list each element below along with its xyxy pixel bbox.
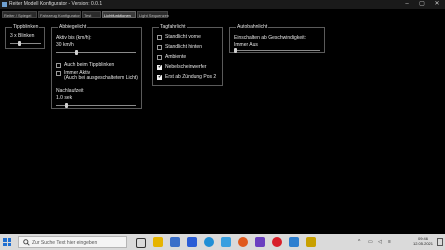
tagfahrlicht-checkbox[interactable]: Nebelscheinwerfer bbox=[157, 64, 207, 71]
speed-value: 30 km/h bbox=[56, 42, 74, 48]
tab-reiter-spiegel[interactable]: Reiter / Spiegel bbox=[2, 11, 37, 18]
checkbox-box[interactable] bbox=[157, 55, 162, 60]
autobahn-label: Einschalten ab Geschwindigkeit: bbox=[234, 35, 306, 41]
store-icon[interactable] bbox=[187, 237, 197, 247]
search-placeholder: Zur Suche Text hier eingeben bbox=[32, 240, 98, 246]
speed-slider[interactable] bbox=[56, 50, 136, 55]
tab-test[interactable]: Test bbox=[82, 11, 101, 18]
checkbox-label: Standlicht hinten bbox=[165, 44, 202, 50]
immer-aktiv-checkbox[interactable]: Immer Aktiv (Auch bei ausgeschaltetem Li… bbox=[56, 71, 138, 81]
nachlauf-label: Nachlaufzeit bbox=[56, 88, 84, 94]
autobahn-slider[interactable] bbox=[234, 48, 320, 53]
checkbox-box[interactable] bbox=[157, 74, 162, 81]
slider-thumb[interactable] bbox=[65, 103, 68, 108]
mail-icon[interactable] bbox=[170, 237, 180, 247]
taskbar-clock[interactable]: 09:46 12.05.2021 bbox=[413, 236, 433, 246]
window-title: Reiter Modell Konfigurator - Version: 0.… bbox=[9, 1, 103, 7]
slider-track bbox=[10, 43, 41, 44]
notification-icon[interactable] bbox=[437, 238, 443, 246]
firefox-icon[interactable] bbox=[238, 237, 248, 247]
tagfahrlicht-checkbox[interactable]: Standlicht vorne bbox=[157, 35, 201, 40]
checkbox-label: Erst ab Zündung Pos 2 bbox=[165, 74, 217, 80]
maximize-icon[interactable]: ▢ bbox=[415, 0, 429, 9]
taskbar: Zur Suche Text hier eingeben ^ ▭ ◁ ≡ 09:… bbox=[0, 234, 445, 250]
group-autobahnlicht: Autobahnlicht Einschalten ab Geschwindig… bbox=[229, 24, 325, 53]
checkbox-label: Nebelscheinwerfer bbox=[165, 64, 207, 70]
group-title-abbiegelicht: Abbiegelicht bbox=[58, 24, 88, 30]
tab-fahrzeug-konfigurator[interactable]: Fahrzeug Konfigurator bbox=[38, 11, 81, 18]
file-explorer-icon[interactable] bbox=[153, 237, 163, 247]
auch-tippblinken-checkbox[interactable]: Auch beim Tippblinken bbox=[56, 63, 114, 68]
language-icon[interactable]: ≡ bbox=[388, 239, 391, 245]
slider-track bbox=[56, 52, 136, 53]
photos-icon[interactable] bbox=[221, 237, 231, 247]
checkbox-label: Auch beim Tippblinken bbox=[64, 62, 115, 68]
search-icon bbox=[23, 239, 30, 246]
group-title-tippblinken: Tippblinken bbox=[12, 24, 40, 30]
app-icon-blue[interactable] bbox=[289, 237, 299, 247]
app-icon bbox=[2, 2, 7, 7]
slider-thumb[interactable] bbox=[18, 41, 21, 46]
group-abbiegelicht: Abbiegelicht Aktiv bis (km/h): 30 km/h A… bbox=[51, 24, 142, 109]
checkbox-label-line2: (Auch bei ausgeschaltetem Licht) bbox=[64, 75, 138, 81]
checkbox-box[interactable] bbox=[56, 63, 61, 68]
tippblinken-value: 3 x Blinken bbox=[10, 33, 35, 39]
task-view-icon[interactable] bbox=[136, 238, 146, 248]
checkbox-label: Ambiente bbox=[165, 54, 187, 60]
tippblinken-slider[interactable] bbox=[10, 41, 41, 46]
group-tippblinken: Tippblinken 3 x Blinken bbox=[5, 24, 45, 49]
group-title-tagfahrlicht: Tagfahrlicht bbox=[159, 24, 187, 30]
taskbar-search-box[interactable]: Zur Suche Text hier eingeben bbox=[18, 236, 127, 248]
tab-light-sequenzen[interactable]: Light Sequenzen bbox=[137, 11, 169, 18]
clock-date: 12.05.2021 bbox=[412, 241, 433, 246]
title-bar: Reiter Modell Konfigurator - Version: 0.… bbox=[0, 0, 445, 9]
checkbox-box[interactable] bbox=[56, 71, 61, 76]
slider-thumb[interactable] bbox=[75, 50, 78, 55]
speed-label: Aktiv bis (km/h): bbox=[56, 35, 92, 41]
group-tagfahrlicht: Tagfahrlicht Standlicht vorne Standlicht … bbox=[152, 24, 223, 86]
slider-track bbox=[56, 105, 136, 106]
nachlauf-slider[interactable] bbox=[56, 103, 136, 108]
windows-start-icon[interactable] bbox=[3, 238, 11, 246]
edge-browser-icon[interactable] bbox=[204, 237, 214, 247]
close-icon[interactable]: ✕ bbox=[430, 0, 444, 9]
opera-icon[interactable] bbox=[272, 237, 282, 247]
network-icon[interactable]: ▭ bbox=[368, 239, 373, 245]
volume-icon[interactable]: ◁ bbox=[378, 239, 382, 245]
tab-lichtfunktionen[interactable]: Lichtfunktionen bbox=[102, 11, 136, 18]
checkbox-box[interactable] bbox=[157, 45, 162, 50]
checkbox-box[interactable] bbox=[157, 35, 162, 40]
checkbox-label: Immer Aktiv (Auch bei ausgeschaltetem Li… bbox=[64, 71, 138, 81]
minimize-icon[interactable]: – bbox=[400, 0, 414, 9]
app-icon-purple[interactable] bbox=[255, 237, 265, 247]
checkbox-label: Standlicht vorne bbox=[165, 34, 201, 40]
tagfahrlicht-checkbox[interactable]: Standlicht hinten bbox=[157, 45, 202, 50]
tray-chevron-icon[interactable]: ^ bbox=[358, 239, 360, 245]
tagfahrlicht-checkbox[interactable]: Ambiente bbox=[157, 55, 186, 60]
app-icon-yellow[interactable] bbox=[306, 237, 316, 247]
slider-thumb[interactable] bbox=[234, 48, 237, 53]
nachlauf-value: 1.0 sek bbox=[56, 95, 73, 101]
checkbox-box[interactable] bbox=[157, 64, 162, 71]
tagfahrlicht-checkbox[interactable]: Erst ab Zündung Pos 2 bbox=[157, 74, 217, 81]
slider-track bbox=[234, 50, 320, 51]
group-title-autobahnlicht: Autobahnlicht bbox=[236, 24, 269, 30]
